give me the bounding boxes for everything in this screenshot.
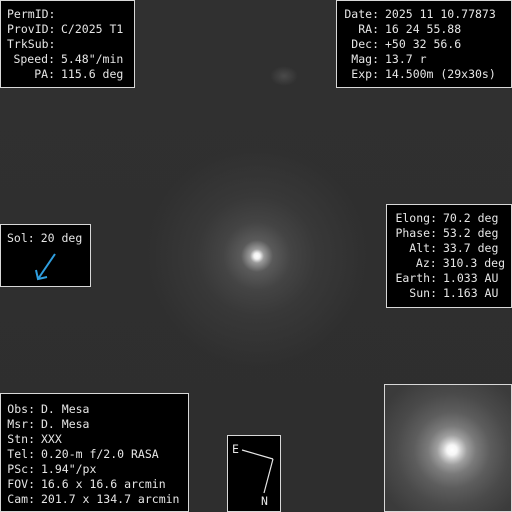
zoomed-thumbnail xyxy=(384,384,512,512)
fov-value: 16.6 x 16.6 arcmin xyxy=(41,477,166,491)
az-value: 310.3 deg xyxy=(442,256,505,270)
cam-label: Cam: xyxy=(7,492,35,506)
psc-row: PSc: 1.94"/px xyxy=(7,462,182,477)
tel-value: 0.20-m f/2.0 RASA xyxy=(41,447,159,461)
obs-label: Obs: xyxy=(7,402,35,416)
phase-label: Phase: xyxy=(395,226,437,240)
sun-distance-label: Sun: xyxy=(409,286,437,300)
cam-row: Cam: 201.7 x 134.7 arcmin xyxy=(7,492,182,507)
compass-panel: E N xyxy=(227,435,281,512)
alt-value: 33.7 deg xyxy=(443,241,499,255)
mag-label: Mag: xyxy=(351,52,379,66)
phase-value: 53.2 deg xyxy=(443,226,499,240)
speed-value: 5.48"/min xyxy=(61,52,124,66)
geometry-info-panel: Elong: 70.2 deg Phase: 53.2 deg Alt: 33.7 d… xyxy=(386,204,512,308)
tel-label: Tel: xyxy=(7,447,35,461)
earth-value: 1.033 AU xyxy=(443,271,499,285)
permid-label: PermID: xyxy=(7,7,56,21)
pa-label: PA: xyxy=(34,67,55,81)
exp-label: Exp: xyxy=(351,67,379,81)
msr-value: D. Mesa xyxy=(41,417,90,431)
az-label: Az: xyxy=(415,256,437,270)
provid-row: ProvID: C/2025 T1 xyxy=(7,22,128,37)
stn-value: XXX xyxy=(41,432,62,446)
mag-value: 13.7 r xyxy=(385,52,427,66)
msr-label: Msr: xyxy=(7,417,35,431)
fov-row: FOV: 16.6 x 16.6 arcmin xyxy=(7,477,182,492)
alt-row: Alt: 33.7 deg xyxy=(393,241,505,256)
psc-value: 1.94"/px xyxy=(41,462,97,476)
thumbnail-comet-core xyxy=(385,385,511,511)
date-row: Date: 2025 11 10.77873 xyxy=(343,7,505,22)
elong-label: Elong: xyxy=(395,211,437,225)
elong-row: Elong: 70.2 deg xyxy=(393,211,505,226)
dec-value: +50 32 56.6 xyxy=(385,37,462,51)
alt-label: Alt: xyxy=(409,241,437,255)
pa-row: PA: 115.6 deg xyxy=(7,67,128,82)
pa-value: 115.6 deg xyxy=(61,67,124,81)
elong-value: 70.2 deg xyxy=(443,211,499,225)
observation-info-panel: Date: 2025 11 10.77873 RA: 16 24 55.88 Dec… xyxy=(336,0,512,88)
dec-row: Dec: +50 32 56.6 xyxy=(343,37,505,52)
sun-distance-value: 1.163 AU xyxy=(443,286,499,300)
trksub-label: TrkSub: xyxy=(7,37,56,51)
provid-label: ProvID: xyxy=(7,22,56,36)
msr-row: Msr: D. Mesa xyxy=(7,417,182,432)
sun-distance-row: Sun: 1.163 AU xyxy=(393,286,505,301)
obs-value: D. Mesa xyxy=(41,402,90,416)
exp-row: Exp: 14.500m (29x30s) xyxy=(343,67,505,82)
compass-east-label: E xyxy=(232,442,239,456)
dec-label: Dec: xyxy=(351,37,379,51)
speed-row: Speed: 5.48"/min xyxy=(7,52,128,67)
trksub-value xyxy=(55,37,61,52)
sol-value: 20 deg xyxy=(40,231,83,245)
date-value: 2025 11 10.77873 xyxy=(385,7,496,21)
phase-row: Phase: 53.2 deg xyxy=(393,226,505,241)
sun-arrow-icon xyxy=(35,253,56,281)
provid-value: C/2025 T1 xyxy=(61,22,124,36)
speed-label: Speed: xyxy=(13,52,55,66)
date-label: Date: xyxy=(344,7,379,21)
az-row: Az: 310.3 deg xyxy=(393,256,505,271)
target-info-panel: PermID: ProvID: C/2025 T1 TrkSub: Speed: 5… xyxy=(0,0,135,88)
sol-row: Sol: 20 deg xyxy=(7,231,84,246)
mag-row: Mag: 13.7 r xyxy=(343,52,505,67)
ra-label: RA: xyxy=(358,22,379,36)
ra-row: RA: 16 24 55.88 xyxy=(343,22,505,37)
earth-row: Earth: 1.033 AU xyxy=(393,271,505,286)
psc-label: PSc: xyxy=(7,462,35,476)
tel-row: Tel: 0.20-m f/2.0 RASA xyxy=(7,447,182,462)
ra-value: 16 24 55.88 xyxy=(385,22,462,36)
observer-info-panel: Obs: D. Mesa Msr: D. Mesa Stn: XXX Tel: 0.20… xyxy=(0,393,189,512)
exp-value: 14.500m (29x30s) xyxy=(385,67,496,81)
obs-row: Obs: D. Mesa xyxy=(7,402,182,417)
sol-label: Sol: xyxy=(7,231,35,245)
fov-label: FOV: xyxy=(7,477,35,491)
permid-value xyxy=(55,7,61,22)
compass-north-label: N xyxy=(261,494,268,508)
stn-label: Stn: xyxy=(7,432,35,446)
permid-row: PermID: xyxy=(7,7,128,22)
trksub-row: TrkSub: xyxy=(7,37,128,52)
earth-label: Earth: xyxy=(395,271,437,285)
cam-value: 201.7 x 134.7 arcmin xyxy=(41,492,180,506)
stn-row: Stn: XXX xyxy=(7,432,182,447)
sun-direction-panel: Sol: 20 deg xyxy=(0,224,91,287)
